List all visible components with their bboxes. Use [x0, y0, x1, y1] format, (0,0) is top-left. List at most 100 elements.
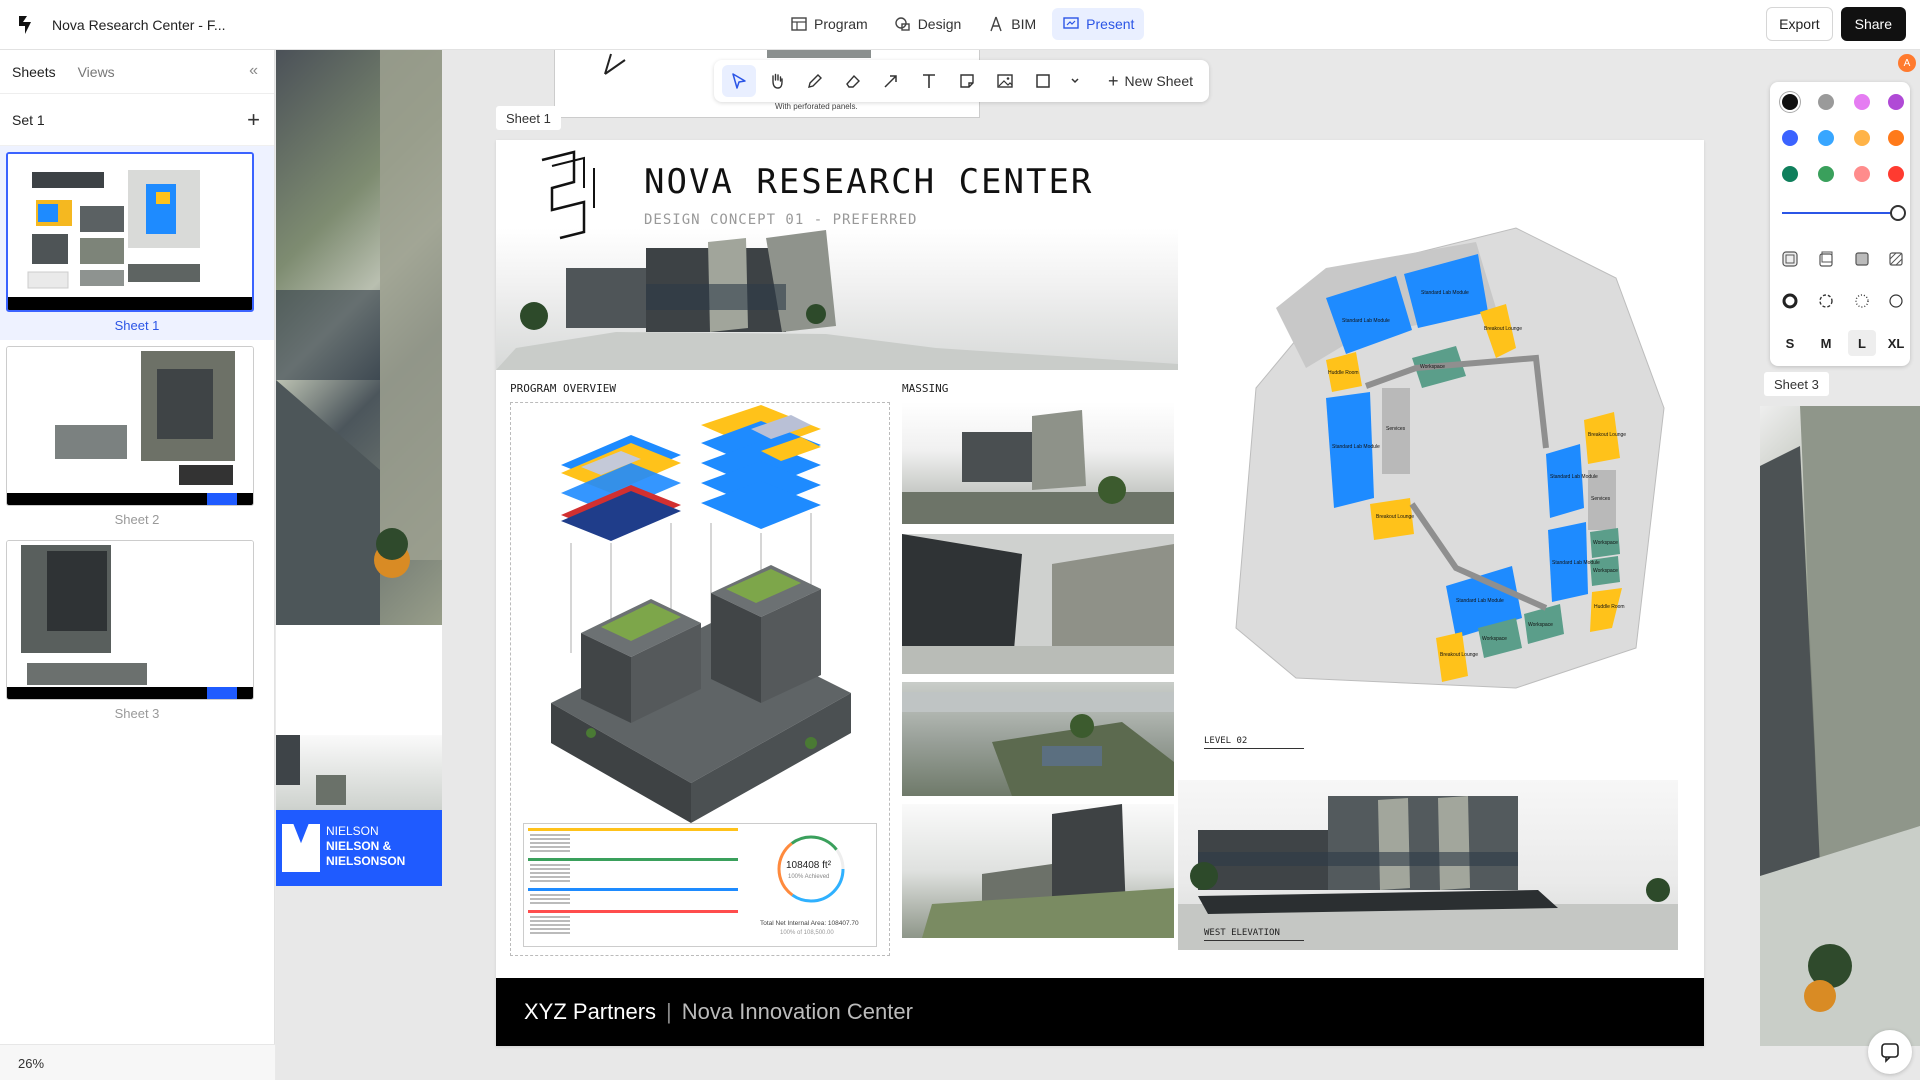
- sheet-thumbnail-2[interactable]: Sheet 2: [0, 340, 274, 534]
- app-logo-icon[interactable]: [8, 7, 44, 43]
- swatch-black[interactable]: [1782, 94, 1798, 110]
- plan-room-label: Workspace: [1593, 568, 1618, 574]
- sheet-thumbnail-label-3: Sheet 3: [114, 706, 160, 721]
- pen-tool-button[interactable]: [798, 65, 832, 97]
- nielson-line-2: NIELSON &: [326, 839, 392, 853]
- plan-room-label: Services: [1386, 426, 1406, 432]
- stroke-solid-icon[interactable]: [1781, 292, 1799, 310]
- nielson-line-3: NIELSONSON: [326, 854, 406, 868]
- share-button[interactable]: Share: [1840, 7, 1906, 41]
- fill-none-icon[interactable]: [1781, 250, 1799, 268]
- swatch-red[interactable]: [1888, 166, 1904, 182]
- tab-views[interactable]: Views: [78, 64, 115, 80]
- nielson-logo-icon: [282, 824, 320, 872]
- rectangle-tool-button[interactable]: [1026, 65, 1060, 97]
- fill-semi-icon[interactable]: [1817, 250, 1835, 268]
- size-l-button[interactable]: L: [1848, 330, 1876, 356]
- export-button[interactable]: Export: [1766, 7, 1833, 41]
- opacity-slider-handle[interactable]: [1890, 205, 1906, 221]
- mode-switcher: Program Design BIM Present: [780, 8, 1145, 40]
- plan-room-label: Huddle Room: [1328, 370, 1359, 376]
- sheet-3-tag[interactable]: Sheet 3: [1764, 372, 1829, 396]
- mode-bim-button[interactable]: BIM: [977, 8, 1046, 40]
- size-s-button[interactable]: S: [1776, 330, 1804, 356]
- stroke-dashed-icon[interactable]: [1817, 292, 1835, 310]
- program-summary-table: 108408 ft² 100% Achieved Total Net Inter…: [523, 823, 877, 947]
- net-area-caption: Total Net Internal Area: 108407.70: [760, 920, 859, 927]
- new-sheet-label: New Sheet: [1124, 73, 1193, 89]
- sticky-note-tool-button[interactable]: [950, 65, 984, 97]
- mode-program-button[interactable]: Program: [780, 8, 878, 40]
- sheet-1[interactable]: NOVA RESEARCH CENTER DESIGN CONCEPT 01 -…: [496, 140, 1704, 1046]
- swatch-salmon[interactable]: [1854, 166, 1870, 182]
- nova-logo-icon: [541, 150, 595, 240]
- sheet-thumbnail-3[interactable]: Sheet 3: [0, 534, 274, 728]
- document-title[interactable]: Nova Research Center - F...: [52, 17, 226, 33]
- set-label[interactable]: Set 1: [12, 112, 45, 128]
- top-bar: Nova Research Center - F... Program Desi…: [0, 0, 1920, 50]
- eraser-tool-button[interactable]: [836, 65, 870, 97]
- image-tool-button[interactable]: [988, 65, 1022, 97]
- stroke-dotted-icon[interactable]: [1853, 292, 1871, 310]
- swatch-light-orange[interactable]: [1854, 130, 1870, 146]
- plan-room-label: Workspace: [1593, 540, 1618, 546]
- plan-room-label: Breakout Lounge: [1484, 326, 1522, 332]
- chat-icon: [1881, 1043, 1899, 1063]
- adjacent-sheet-blank: [276, 625, 442, 735]
- sheet-thumbnail-label-1: Sheet 1: [114, 318, 160, 333]
- swatch-dark-green[interactable]: [1782, 166, 1798, 182]
- swatch-grey[interactable]: [1818, 94, 1834, 110]
- add-sheet-icon[interactable]: +: [247, 107, 260, 133]
- adjacent-sheet-render: [276, 50, 442, 625]
- presentation-icon: [1063, 17, 1079, 29]
- size-xl-button[interactable]: XL: [1882, 330, 1910, 356]
- total-area-value: 108408 ft²: [786, 860, 832, 871]
- mode-design-button[interactable]: Design: [884, 8, 972, 40]
- west-elevation-label: WEST ELEVATION: [1204, 928, 1280, 938]
- text-icon: [923, 74, 935, 88]
- zoom-level[interactable]: 26%: [0, 1044, 275, 1080]
- arrow-tool-button[interactable]: [874, 65, 908, 97]
- table-icon: [791, 17, 807, 31]
- sticky-note-icon: [960, 74, 974, 88]
- fill-solid-icon[interactable]: [1853, 250, 1871, 268]
- sheet-3-preview[interactable]: [1760, 406, 1920, 1046]
- swatch-blue[interactable]: [1782, 130, 1798, 146]
- program-overview-label: PROGRAM OVERVIEW: [510, 382, 616, 395]
- user-avatar[interactable]: A: [1898, 54, 1916, 72]
- plan-room-label: Breakout Lounge: [1376, 514, 1414, 520]
- exploded-axonometric: [551, 405, 851, 823]
- plan-room-label: Standard Lab Module: [1550, 474, 1598, 480]
- presentation-canvas[interactable]: NIELSON NIELSON & NIELSONSON With perfor…: [276, 50, 1920, 1080]
- sheet-thumbnail-1[interactable]: Sheet 1: [0, 146, 274, 340]
- nielson-line-1: NIELSON: [326, 824, 379, 838]
- swatch-purple[interactable]: [1888, 94, 1904, 110]
- footer-separator: |: [666, 999, 672, 1024]
- fragment-caption: With perforated panels.: [775, 102, 858, 111]
- swatch-light-blue[interactable]: [1818, 130, 1834, 146]
- fill-pattern-icon[interactable]: [1887, 250, 1905, 268]
- shape-dropdown-button[interactable]: [1064, 65, 1086, 97]
- new-sheet-button[interactable]: + New Sheet: [1100, 71, 1201, 92]
- set-header: Set 1 +: [0, 94, 274, 146]
- plan-room-label: Services: [1591, 496, 1611, 502]
- chat-button[interactable]: [1868, 1030, 1912, 1074]
- swatch-green[interactable]: [1818, 166, 1834, 182]
- stroke-thin-icon[interactable]: [1887, 292, 1905, 310]
- sheet-1-tag[interactable]: Sheet 1: [496, 106, 561, 130]
- collapse-sidebar-icon[interactable]: «: [249, 62, 258, 80]
- hand-tool-button[interactable]: [760, 65, 794, 97]
- massing-label: MASSING: [902, 382, 949, 395]
- tab-sheets[interactable]: Sheets: [12, 64, 56, 80]
- text-tool-button[interactable]: [912, 65, 946, 97]
- opacity-slider[interactable]: [1782, 212, 1900, 214]
- massing-image-1: [902, 402, 1174, 524]
- mode-present-button[interactable]: Present: [1052, 8, 1145, 40]
- swatch-orange[interactable]: [1888, 130, 1904, 146]
- style-panel: S M L XL: [1770, 82, 1910, 366]
- select-tool-button[interactable]: [722, 65, 756, 97]
- plan-room-label: Standard Lab Module: [1552, 560, 1600, 566]
- plan-room-label: Standard Lab Module: [1421, 290, 1469, 296]
- size-m-button[interactable]: M: [1812, 330, 1840, 356]
- swatch-pink[interactable]: [1854, 94, 1870, 110]
